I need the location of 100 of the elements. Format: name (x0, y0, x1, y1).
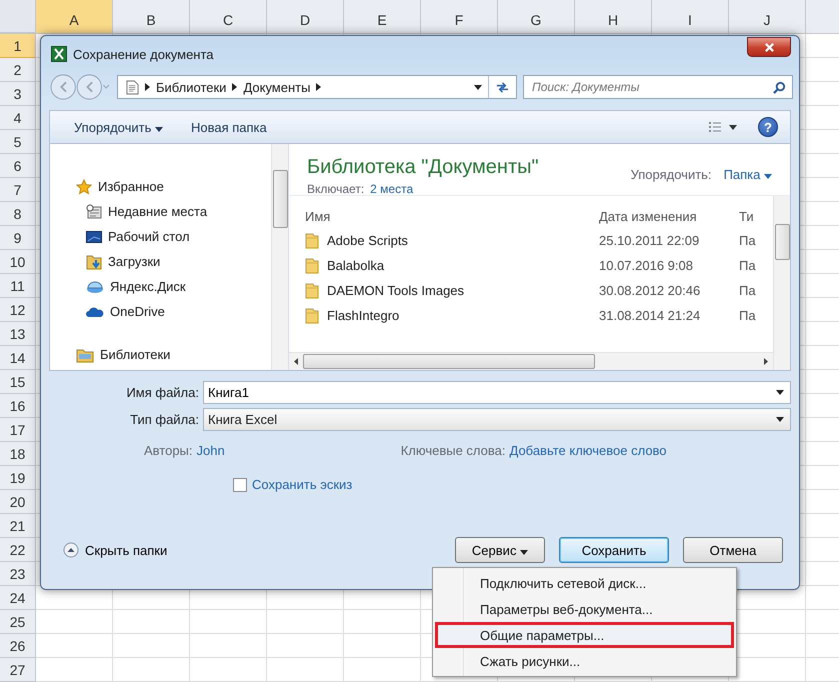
library-folder-icon (76, 346, 94, 362)
file-type: Па (739, 283, 757, 298)
row-header[interactable]: 26 (0, 634, 36, 658)
refresh-icon[interactable] (495, 80, 510, 94)
nav-item[interactable]: Недавние места (76, 199, 271, 224)
hide-folders-button[interactable]: Скрыть папки (63, 542, 168, 558)
row-header[interactable]: 24 (0, 586, 36, 610)
authors-label: Авторы: (144, 442, 193, 458)
row-header[interactable]: 9 (0, 226, 36, 250)
scroll-left-arrow-icon[interactable] (294, 358, 298, 365)
breadcrumb-item[interactable]: Документы (243, 80, 310, 94)
nav-item[interactable]: OneDrive (76, 299, 271, 324)
checkbox[interactable] (233, 478, 247, 492)
column-header[interactable]: Ти (739, 200, 759, 224)
organize-button[interactable]: Упорядочить (70, 118, 167, 136)
menu-item[interactable]: Общие параметры... (435, 622, 734, 648)
help-button[interactable]: ? (758, 117, 778, 137)
view-options-icon[interactable] (708, 121, 738, 133)
row-header[interactable]: 7 (0, 178, 36, 202)
keywords-link[interactable]: Добавьте ключевое слово (510, 442, 667, 458)
cancel-button[interactable]: Отмена (683, 537, 783, 563)
search-field[interactable]: Поиск: Документы (523, 75, 793, 99)
file-type: Па (739, 308, 757, 323)
column-header[interactable]: Дата изменения (591, 200, 739, 224)
row-header[interactable]: 27 (0, 658, 36, 682)
address-bar[interactable]: Библиотеки Документы (117, 75, 517, 99)
row-header[interactable]: 21 (0, 514, 36, 538)
scrollbar[interactable] (271, 144, 288, 370)
document-icon (126, 80, 139, 94)
dropdown-caret-icon[interactable] (776, 390, 784, 395)
menu-item[interactable]: Параметры веб-документа... (435, 596, 734, 622)
chevron-right-icon[interactable] (316, 83, 322, 91)
chevron-right-icon[interactable] (232, 83, 238, 91)
row-header[interactable]: 1 (0, 34, 36, 58)
scrollbar[interactable] (773, 196, 790, 370)
row-header[interactable]: 15 (0, 370, 36, 394)
column-header[interactable]: Имя (289, 200, 591, 224)
new-folder-button[interactable]: Новая папка (186, 118, 271, 136)
window-title: Сохранение документа (73, 46, 214, 62)
library-title: Библиотека "Документы" (307, 156, 540, 179)
row-header[interactable]: 12 (0, 298, 36, 322)
nav-item[interactable]: Загрузки (76, 249, 271, 274)
row-header[interactable]: 19 (0, 466, 36, 490)
keywords-label: Ключевые слова: (400, 442, 506, 458)
menu-item[interactable]: Сжать рисунки... (435, 648, 734, 674)
row-header[interactable]: 4 (0, 106, 36, 130)
folder-icon (305, 258, 319, 274)
row-header[interactable]: 16 (0, 394, 36, 418)
row-header[interactable]: 14 (0, 346, 36, 370)
row-header[interactable]: 11 (0, 274, 36, 298)
breadcrumb-item[interactable]: Библиотеки (156, 80, 226, 94)
menu-item[interactable]: Подключить сетевой диск... (435, 570, 734, 596)
nav-group[interactable]: Библиотеки (76, 342, 271, 367)
row-header[interactable]: 10 (0, 250, 36, 274)
dropdown-caret-icon[interactable] (474, 84, 482, 90)
file-name[interactable]: DAEMON Tools Images (289, 282, 591, 298)
folder-icon (305, 308, 319, 324)
file-type-dropdown[interactable]: Книга Excel (203, 408, 791, 431)
row-header[interactable]: 2 (0, 58, 36, 82)
save-button[interactable]: Сохранить (559, 537, 669, 563)
modified-date: 30.08.2012 20:46 (598, 283, 702, 298)
nav-item[interactable]: Яндекс.Диск (76, 274, 271, 299)
dropdown-caret-icon (776, 417, 784, 422)
authors-link[interactable]: John (196, 442, 225, 458)
save-thumbnail-label[interactable]: Сохранить эскиз (252, 477, 352, 492)
row-header[interactable]: 3 (0, 82, 36, 106)
scroll-right-arrow-icon[interactable] (764, 358, 768, 365)
nav-item[interactable]: Рабочий стол (76, 224, 271, 249)
arrange-by-dropdown[interactable]: Папка (724, 167, 772, 182)
row-header[interactable]: 20 (0, 490, 36, 514)
file-type: Па (739, 233, 757, 248)
row-header[interactable]: 17 (0, 418, 36, 442)
row-header[interactable]: 25 (0, 610, 36, 634)
cloud-icon (86, 306, 104, 318)
nav-group[interactable]: Избранное (76, 174, 271, 199)
cloud-disk-icon (86, 280, 104, 294)
scrollbar[interactable] (289, 352, 773, 370)
recent-places-icon (86, 204, 102, 220)
folder-icon (305, 282, 319, 298)
row-header[interactable]: 22 (0, 538, 36, 562)
file-type: Па (739, 258, 757, 273)
caret-icon (764, 174, 772, 179)
chevron-right-icon[interactable] (145, 83, 150, 91)
tools-dropdown-button[interactable]: Сервис (455, 537, 545, 563)
row-header[interactable]: 13 (0, 322, 36, 346)
spreadsheet-app-icon (51, 46, 67, 62)
row-header[interactable]: 8 (0, 202, 36, 226)
row-header[interactable]: 6 (0, 154, 36, 178)
file-name-field[interactable]: Книга1 (203, 381, 791, 404)
file-name[interactable]: Balabolka (289, 258, 591, 274)
includes-label: Включает: (307, 182, 364, 196)
file-name[interactable]: FlashIntegro (289, 308, 591, 324)
search-icon[interactable] (773, 81, 786, 94)
file-name[interactable]: Adobe Scripts (289, 232, 591, 248)
row-header[interactable]: 23 (0, 562, 36, 586)
row-header[interactable]: 5 (0, 130, 36, 154)
locations-link[interactable]: 2 места (370, 182, 414, 196)
row-header[interactable]: 18 (0, 442, 36, 466)
column-header[interactable]: A (36, 0, 113, 33)
close-button[interactable] (747, 37, 791, 57)
